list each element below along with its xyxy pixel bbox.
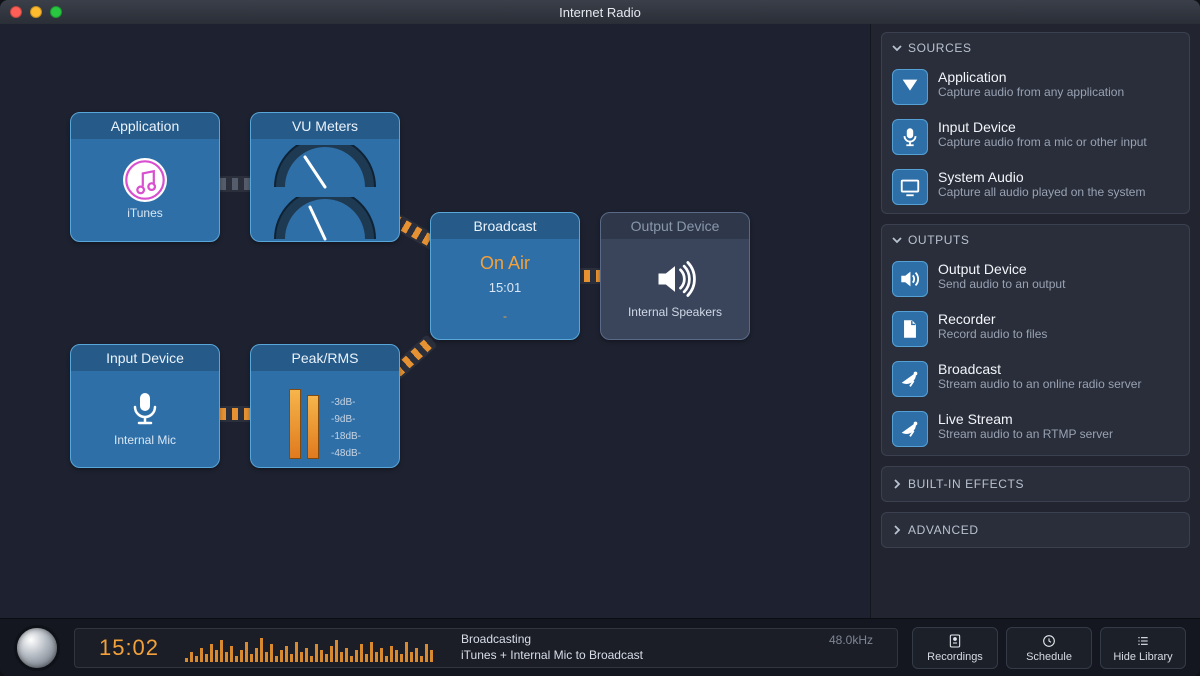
node-output-device[interactable]: Output Device Internal Speakers (600, 212, 750, 340)
status-bar: 15:02 Broadcasting iTunes + Internal Mic… (74, 628, 898, 668)
app-window: Internet Radio Application iTunes (0, 0, 1200, 676)
microphone-icon (125, 389, 165, 429)
node-caption: Internal Mic (114, 433, 176, 447)
node-application[interactable]: Application iTunes (70, 112, 220, 242)
chevron-down-icon (892, 43, 902, 53)
vu-gauge-icon (270, 197, 380, 242)
node-title: Application (71, 113, 219, 139)
microphone-icon (892, 119, 928, 155)
record-button[interactable] (14, 625, 60, 671)
node-input-device[interactable]: Input Device Internal Mic (70, 344, 220, 468)
recordings-button[interactable]: Recordings (912, 627, 998, 669)
sources-panel: SOURCES ApplicationCapture audio from an… (881, 32, 1190, 214)
app-icon (892, 69, 928, 105)
effects-panel: BUILT-IN EFFECTS (881, 466, 1190, 502)
titlebar[interactable]: Internet Radio (0, 0, 1200, 24)
chevron-right-icon (892, 479, 902, 489)
peak-meter-icon (289, 379, 319, 459)
hide-library-button[interactable]: Hide Library (1100, 627, 1186, 669)
library-sidebar: SOURCES ApplicationCapture audio from an… (870, 24, 1200, 618)
file-icon (892, 311, 928, 347)
node-title: VU Meters (251, 113, 399, 139)
pipeline-canvas[interactable]: Application iTunes VU Meters Broadcas (0, 24, 870, 618)
node-caption: Internal Speakers (628, 305, 722, 319)
node-vu-meters[interactable]: VU Meters (250, 112, 400, 242)
schedule-button[interactable]: Schedule (1006, 627, 1092, 669)
broadcast-timer: 15:01 (489, 280, 522, 295)
node-caption: iTunes (127, 206, 163, 220)
panel-title: BUILT-IN EFFECTS (908, 477, 1024, 491)
status-line-1: Broadcasting (461, 632, 813, 648)
node-title: Input Device (71, 345, 219, 371)
advanced-panel: ADVANCED (881, 512, 1190, 548)
node-title: Output Device (601, 213, 749, 239)
broadcast-status: On Air (480, 253, 530, 274)
itunes-icon (123, 158, 167, 202)
waveform-icon (185, 634, 445, 662)
library-item-recorder[interactable]: RecorderRecord audio to files (882, 305, 1189, 355)
clock-icon (1041, 633, 1057, 649)
outputs-panel: OUTPUTS Output DeviceSend audio to an ou… (881, 224, 1190, 456)
library-item-output-device[interactable]: Output DeviceSend audio to an output (882, 255, 1189, 305)
chevron-down-icon (892, 235, 902, 245)
satellite-dish-icon (892, 361, 928, 397)
db-scale: -3dB- -9dB- -18dB- -48dB- (331, 397, 361, 459)
sample-rate: 48.0kHz (829, 629, 873, 647)
library-item-application[interactable]: ApplicationCapture audio from any applic… (882, 63, 1189, 113)
panel-title: SOURCES (908, 41, 972, 55)
list-icon (1135, 633, 1151, 649)
library-item-input-device[interactable]: Input DeviceCapture audio from a mic or … (882, 113, 1189, 163)
outputs-header[interactable]: OUTPUTS (882, 225, 1189, 255)
node-title: Broadcast (431, 213, 579, 239)
node-peak-rms[interactable]: Peak/RMS -3dB- -9dB- -18dB- -48dB- (250, 344, 400, 468)
panel-title: OUTPUTS (908, 233, 970, 247)
display-icon (892, 169, 928, 205)
library-item-live-stream[interactable]: Live StreamStream audio to an RTMP serve… (882, 405, 1189, 455)
node-title: Peak/RMS (251, 345, 399, 371)
recordings-icon (947, 633, 963, 649)
sources-header[interactable]: SOURCES (882, 33, 1189, 63)
advanced-header[interactable]: ADVANCED (882, 513, 1189, 547)
speaker-icon (892, 261, 928, 297)
speaker-icon (653, 257, 697, 301)
window-title: Internet Radio (0, 5, 1200, 20)
effects-header[interactable]: BUILT-IN EFFECTS (882, 467, 1189, 501)
footer: 15:02 Broadcasting iTunes + Internal Mic… (0, 618, 1200, 676)
library-item-system-audio[interactable]: System AudioCapture all audio played on … (882, 163, 1189, 213)
satellite-dish-icon (892, 411, 928, 447)
status-line-2: iTunes + Internal Mic to Broadcast (461, 648, 813, 664)
vu-gauge-icon (270, 145, 380, 193)
node-broadcast[interactable]: Broadcast On Air 15:01 - (430, 212, 580, 340)
library-item-broadcast[interactable]: BroadcastStream audio to an online radio… (882, 355, 1189, 405)
session-timer: 15:02 (89, 635, 169, 661)
broadcast-meta: - (503, 309, 507, 323)
panel-title: ADVANCED (908, 523, 979, 537)
chevron-right-icon (892, 525, 902, 535)
